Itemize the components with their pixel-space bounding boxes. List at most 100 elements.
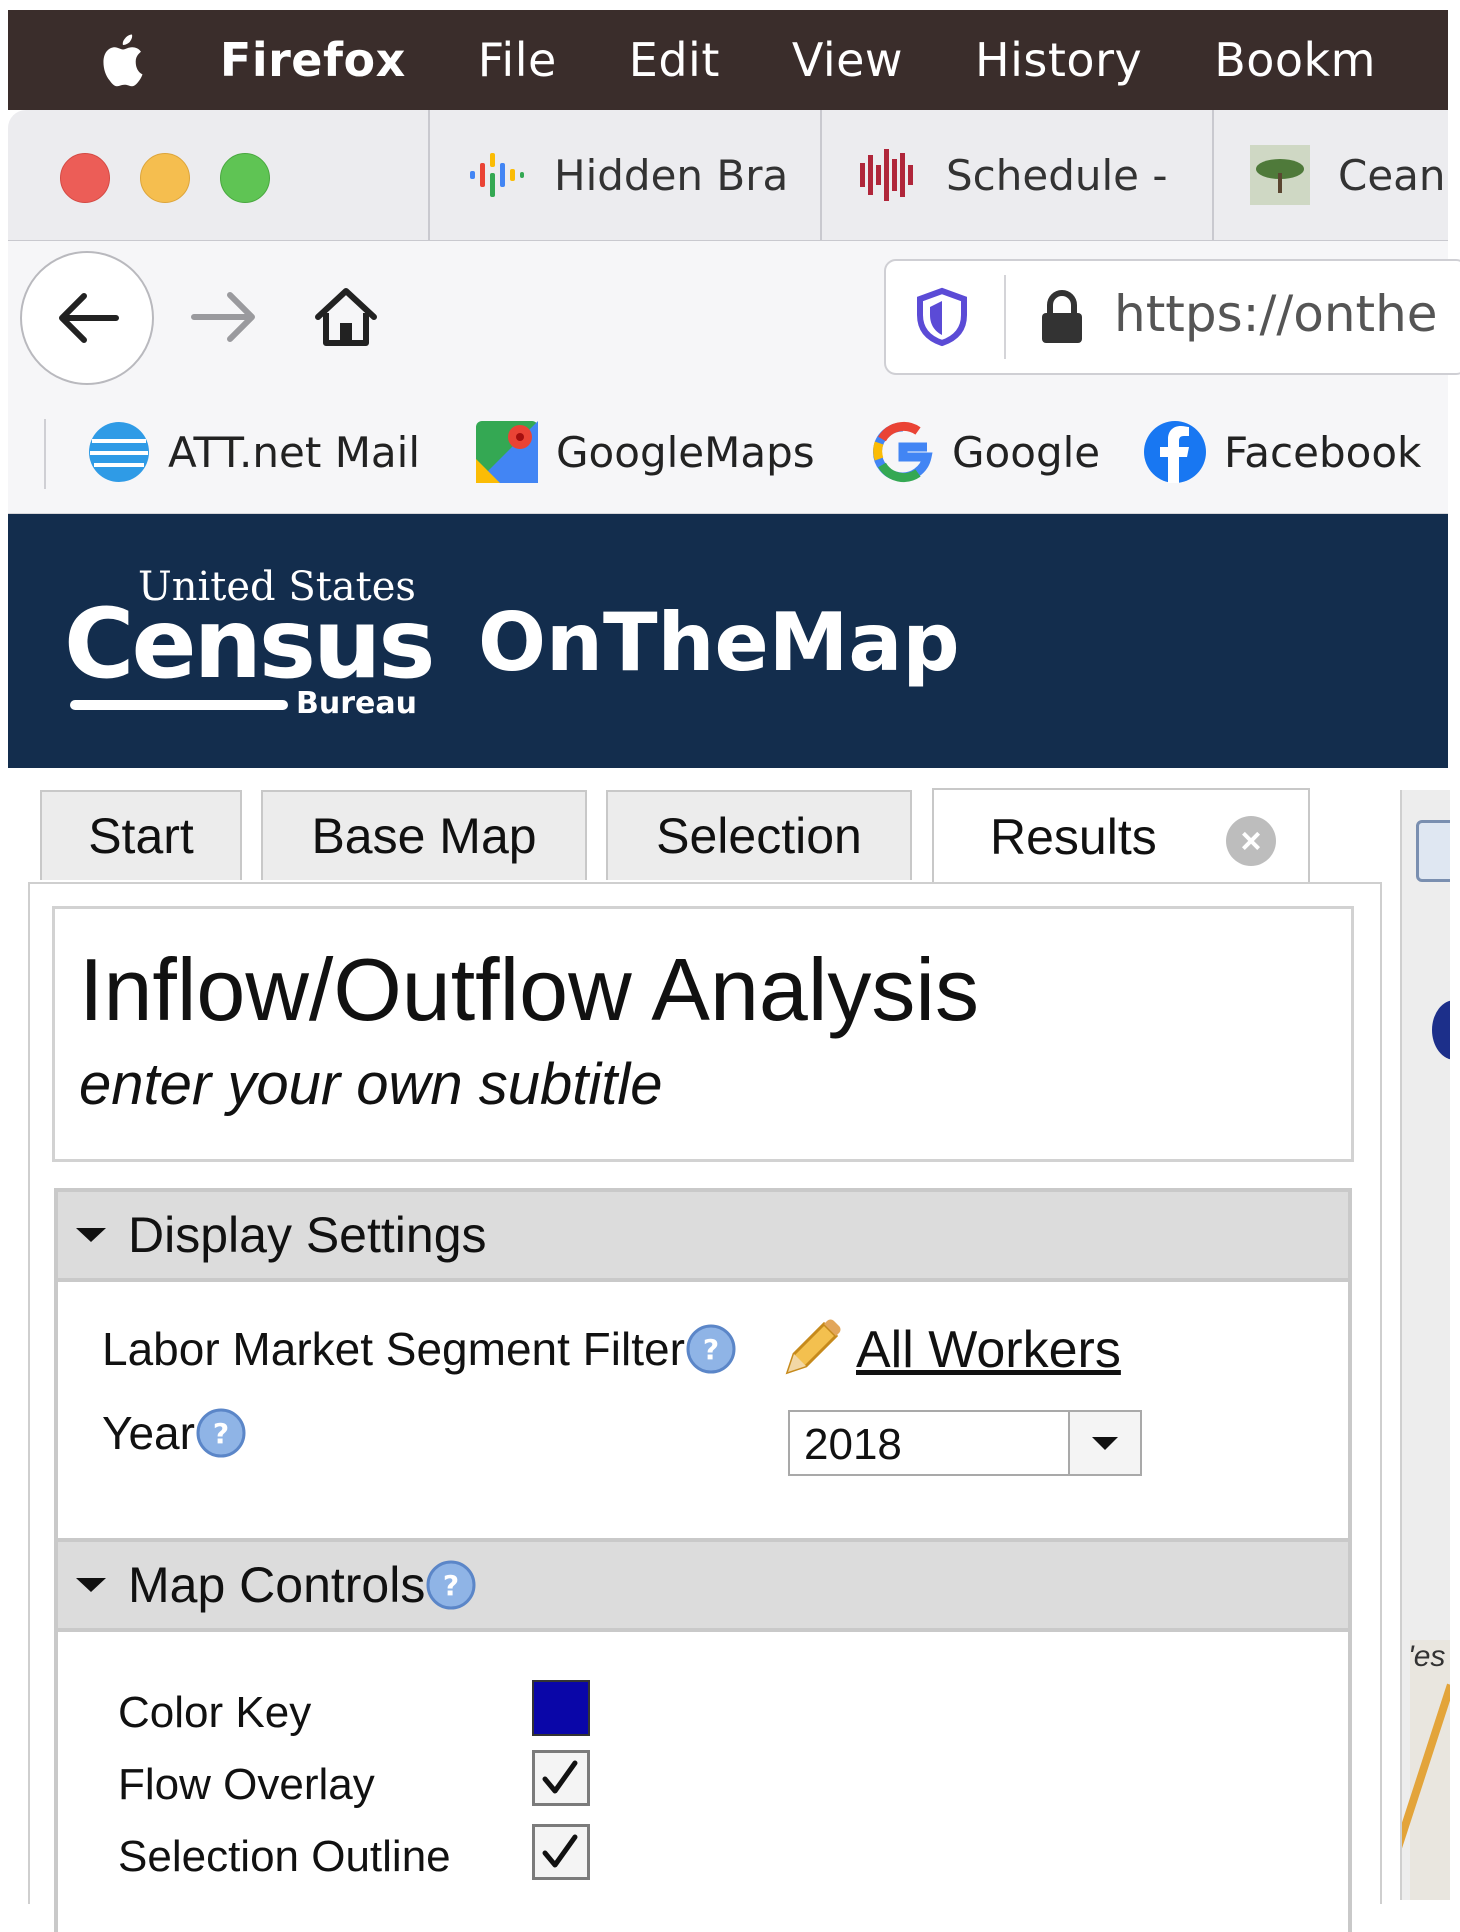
browser-tab-strip: Hidden Bra Schedule - Cean [8, 110, 1448, 241]
bookmarks-divider [44, 419, 46, 489]
menu-edit[interactable]: Edit [629, 33, 720, 87]
tab-selection[interactable]: Selection [606, 790, 912, 880]
tab-base-map[interactable]: Base Map [261, 790, 587, 880]
logo-census: Census [64, 588, 436, 700]
google-maps-icon [476, 421, 538, 483]
help-icon[interactable]: ? [195, 1407, 247, 1459]
year-select-button[interactable] [1068, 1412, 1140, 1474]
display-settings-header[interactable]: Display Settings [54, 1188, 1352, 1282]
tree-icon [1250, 145, 1310, 205]
lock-icon[interactable] [1036, 287, 1088, 347]
svg-text:?: ? [213, 1417, 229, 1450]
collapse-triangle-icon [76, 1228, 106, 1242]
report-title-box: Inflow/Outflow Analysis enter your own s… [52, 906, 1354, 1162]
lmsf-value-row: All Workers [778, 1318, 1121, 1382]
tab-label: Cean [1338, 150, 1446, 200]
pencil-edit-icon[interactable] [778, 1318, 842, 1382]
map-controls-header[interactable]: Map Controls ? [54, 1538, 1352, 1632]
save-icon[interactable] [1416, 820, 1450, 882]
close-tab-icon[interactable]: × [1226, 816, 1276, 866]
map-controls-heading: Map Controls [128, 1557, 426, 1613]
map-controls-body: Color Key Flow Overlay Selection Outline [54, 1632, 1352, 1932]
menu-view[interactable]: View [792, 33, 903, 87]
map-navigation-control[interactable] [1432, 1000, 1450, 1060]
bookmark-label: Google [952, 427, 1101, 477]
report-title[interactable]: Inflow/Outflow Analysis [79, 939, 979, 1041]
apple-logo-icon[interactable] [92, 30, 160, 90]
url-text[interactable]: https://onthe [1114, 285, 1438, 343]
tab-label: Schedule - [946, 150, 1168, 200]
census-bureau-logo[interactable]: United States Census Bureau [64, 558, 436, 728]
menu-file[interactable]: File [478, 33, 557, 87]
lmsf-value-link[interactable]: All Workers [856, 1320, 1121, 1380]
facebook-icon [1144, 421, 1206, 483]
podcast-icon [470, 153, 524, 197]
selection-outline-label: Selection Outline [118, 1832, 451, 1881]
checkmark-icon [542, 1834, 578, 1868]
tab-selection-label: Selection [656, 808, 862, 864]
svg-text:?: ? [703, 1333, 719, 1366]
tracking-protection-shield-icon[interactable] [914, 287, 970, 347]
map-tile-fragment[interactable] [1410, 1640, 1450, 1900]
menu-history[interactable]: History [975, 33, 1142, 87]
bookmark-label: Facebook [1224, 427, 1422, 477]
tab-label: Hidden Bra [554, 150, 789, 200]
browser-tab-cean[interactable]: Cean [1212, 110, 1448, 240]
checkmark-icon [542, 1760, 578, 1794]
color-key-label: Color Key [118, 1688, 312, 1737]
menu-firefox[interactable]: Firefox [220, 33, 406, 87]
google-g-icon [873, 422, 933, 482]
results-panel: Inflow/Outflow Analysis enter your own s… [28, 882, 1382, 1932]
waveform-icon [860, 149, 913, 201]
lmsf-row: Labor Market Segment Filter ? [102, 1322, 737, 1376]
tab-start[interactable]: Start [40, 790, 242, 880]
back-arrow-icon [59, 293, 119, 343]
bookmark-facebook[interactable]: Facebook [1142, 415, 1421, 489]
menu-bookmarks[interactable]: Bookm [1214, 33, 1376, 87]
logo-bureau: Bureau [296, 686, 417, 721]
tab-start-label: Start [88, 808, 194, 864]
bookmarks-toolbar: ATT.net Mail GoogleMaps Google Facebook [8, 391, 1448, 514]
year-select-value: 2018 [804, 1420, 902, 1469]
color-key-swatch[interactable] [532, 1680, 590, 1736]
macos-menubar: Firefox File Edit View History Bookm [8, 10, 1448, 110]
map-label-fragment: 'es [1408, 1640, 1446, 1673]
back-button[interactable] [20, 251, 154, 385]
chevron-down-icon [1092, 1436, 1118, 1450]
window-zoom-button[interactable] [220, 153, 270, 203]
browser-nav-bar: https://onthe [8, 241, 1460, 391]
help-icon[interactable]: ? [425, 1559, 477, 1611]
tab-results[interactable]: Results × [932, 788, 1310, 884]
census-header: United States Census Bureau OnTheMap [8, 514, 1448, 768]
browser-tab-schedule[interactable]: Schedule - [820, 110, 1214, 240]
flow-overlay-checkbox[interactable] [532, 1750, 590, 1806]
app-title: OnTheMap [478, 596, 960, 689]
logo-underline [70, 700, 288, 710]
address-bar[interactable]: https://onthe [884, 259, 1460, 375]
browser-tab-hidden-brain[interactable]: Hidden Bra [428, 110, 822, 240]
collapse-triangle-icon [76, 1578, 106, 1592]
year-select[interactable]: 2018 [788, 1410, 1142, 1476]
map-area-fragment: 'es [1400, 790, 1450, 1900]
bookmark-label: GoogleMaps [556, 427, 815, 477]
forward-arrow-icon[interactable] [186, 279, 262, 355]
bookmark-google-maps[interactable]: GoogleMaps [474, 415, 815, 489]
display-settings-heading: Display Settings [128, 1207, 487, 1263]
report-subtitle[interactable]: enter your own subtitle [79, 1051, 663, 1118]
home-icon[interactable] [310, 281, 382, 353]
window-close-button[interactable] [60, 153, 110, 203]
year-label: Year [102, 1407, 195, 1459]
year-row: Year ? [102, 1406, 247, 1460]
display-settings-body: Labor Market Segment Filter ? All Worker… [54, 1282, 1352, 1538]
tab-base-map-label: Base Map [311, 808, 537, 864]
url-separator [1004, 275, 1006, 359]
selection-outline-checkbox[interactable] [532, 1824, 590, 1880]
bookmark-att-mail[interactable]: ATT.net Mail [86, 415, 420, 489]
flow-overlay-label: Flow Overlay [118, 1760, 375, 1809]
att-globe-icon [89, 422, 149, 482]
help-icon[interactable]: ? [685, 1323, 737, 1375]
svg-text:?: ? [443, 1569, 459, 1602]
tab-results-label: Results [990, 809, 1157, 865]
bookmark-google[interactable]: Google [870, 415, 1100, 489]
window-minimize-button[interactable] [140, 153, 190, 203]
